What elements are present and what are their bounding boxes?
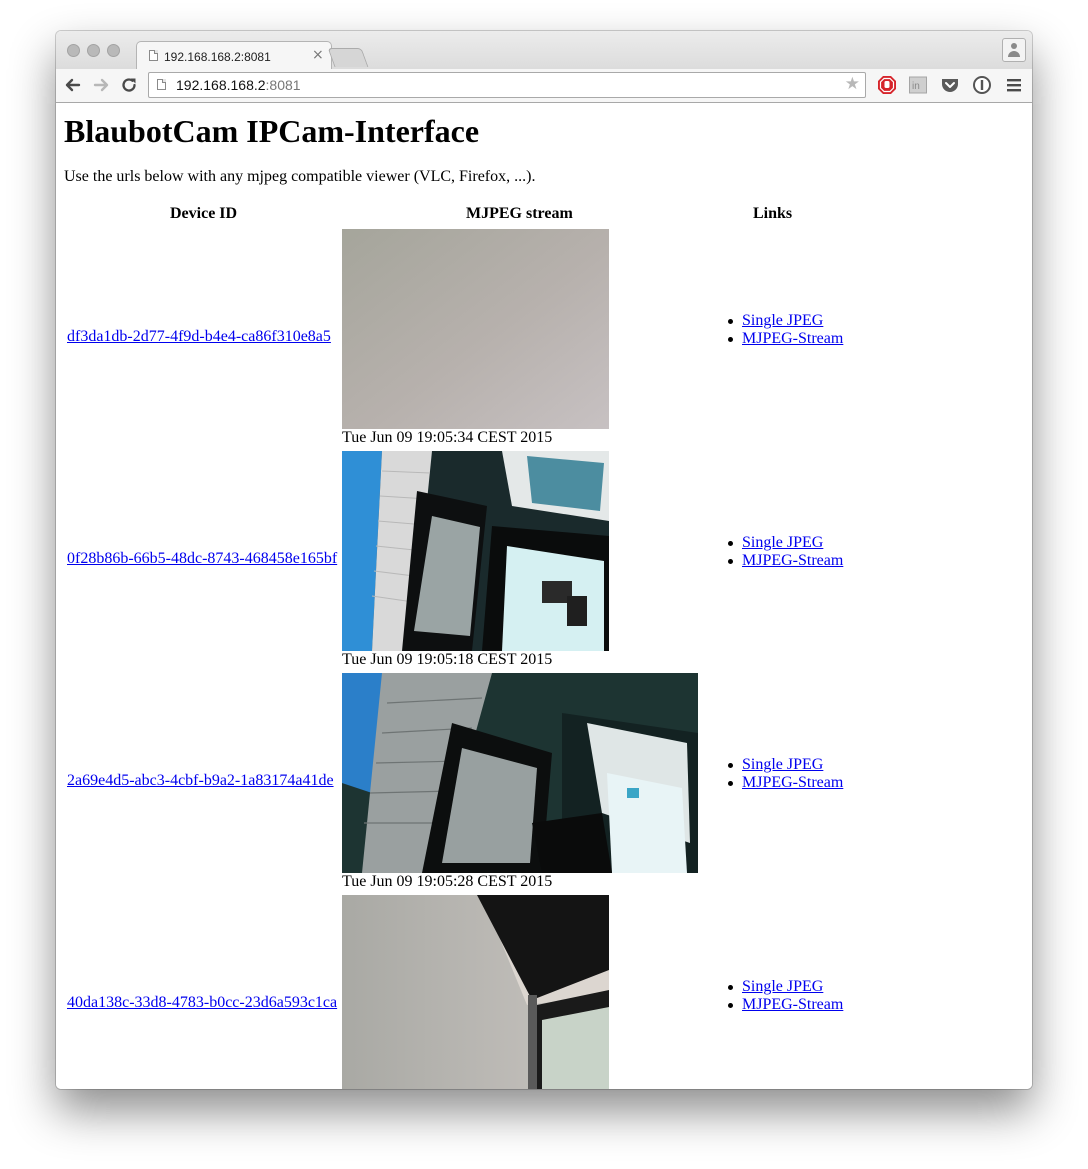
profile-button[interactable] <box>1002 38 1026 62</box>
toolbar: 192.168.168.2:8081 ★ in <box>56 69 1032 103</box>
frame-timestamp: Tue Jun 09 19:05:18 CEST 2015 <box>342 651 553 668</box>
device-id-link[interactable]: df3da1db-2d77-4f9d-b4e4-ca86f310e8a5 <box>67 328 331 346</box>
device-id-link[interactable]: 40da138c-33d8-4783-b0cc-23d6a593c1ca <box>67 994 337 1012</box>
tab-strip: 192.168.168.2:8081 × <box>56 31 1032 70</box>
link-list: Single JPEG MJPEG-Stream <box>728 978 843 1014</box>
zoom-window-button[interactable] <box>107 44 120 57</box>
stream-frame <box>342 229 609 429</box>
single-jpeg-link[interactable]: Single JPEG <box>742 534 823 551</box>
mjpeg-stream-link[interactable]: MJPEG-Stream <box>742 774 843 791</box>
minimize-window-button[interactable] <box>87 44 100 57</box>
link-list: Single JPEG MJPEG-Stream <box>728 756 843 792</box>
url-host: 192.168.168.2 <box>176 77 266 93</box>
mjpeg-stream-link[interactable]: MJPEG-Stream <box>742 552 843 569</box>
link-list: Single JPEG MJPEG-Stream <box>728 534 843 570</box>
close-window-button[interactable] <box>67 44 80 57</box>
star-icon[interactable]: ★ <box>845 74 860 94</box>
menu-icon[interactable] <box>1004 75 1024 95</box>
header-device-id: Device ID <box>170 205 238 222</box>
url-port: :8081 <box>265 77 301 93</box>
linkedin-icon[interactable]: in <box>908 75 928 95</box>
list-item: MJPEG-Stream <box>728 330 843 348</box>
profile-icon <box>1011 43 1017 49</box>
list-item: Single JPEG <box>728 312 843 330</box>
link-list: Single JPEG MJPEG-Stream <box>728 312 843 348</box>
page-title: BlaubotCam IPCam-Interface <box>64 113 480 149</box>
device-id-link[interactable]: 2a69e4d5-abc3-4cbf-b9a2-1a83174a41de <box>67 772 334 790</box>
single-jpeg-link[interactable]: Single JPEG <box>742 312 823 329</box>
page-icon <box>149 50 158 61</box>
stream-frame <box>342 673 698 873</box>
list-item: MJPEG-Stream <box>728 774 843 792</box>
device-id-link[interactable]: 0f28b86b-66b5-48dc-8743-468458e165bf <box>67 550 337 568</box>
single-jpeg-link[interactable]: Single JPEG <box>742 756 823 773</box>
single-jpeg-link[interactable]: Single JPEG <box>742 978 823 995</box>
mjpeg-stream-link[interactable]: MJPEG-Stream <box>742 330 843 347</box>
back-icon <box>65 78 81 92</box>
address-bar[interactable]: 192.168.168.2:8081 ★ <box>148 72 866 98</box>
stream-frame <box>342 451 609 651</box>
stream-frame <box>342 895 609 1089</box>
browser-window: 192.168.168.2:8081 × 192.168.168.2:8081 … <box>56 31 1032 1089</box>
svg-text:in: in <box>912 81 920 92</box>
reload-button[interactable] <box>118 74 140 96</box>
pocket-icon[interactable] <box>940 75 960 95</box>
list-item: Single JPEG <box>728 534 843 552</box>
intro-text: Use the urls below with any mjpeg compat… <box>64 168 536 185</box>
onepassword-icon[interactable] <box>972 75 992 95</box>
adblock-icon[interactable] <box>877 75 897 95</box>
forward-icon <box>93 78 109 92</box>
back-button[interactable] <box>62 74 84 96</box>
list-item: Single JPEG <box>728 756 843 774</box>
new-tab-button[interactable] <box>327 48 369 67</box>
mjpeg-stream-link[interactable]: MJPEG-Stream <box>742 996 843 1013</box>
page-icon <box>157 79 166 90</box>
header-links: Links <box>753 205 793 222</box>
tab-title: 192.168.168.2:8081 <box>164 50 271 64</box>
tab-close-button[interactable]: × <box>312 47 324 63</box>
tab-active[interactable]: 192.168.168.2:8081 × <box>136 41 332 70</box>
list-item: MJPEG-Stream <box>728 996 843 1014</box>
frame-timestamp: Tue Jun 09 19:05:34 CEST 2015 <box>342 429 553 446</box>
forward-button[interactable] <box>90 74 112 96</box>
reload-icon <box>122 78 136 92</box>
list-item: Single JPEG <box>728 978 843 996</box>
frame-timestamp: Tue Jun 09 19:05:28 CEST 2015 <box>342 873 553 890</box>
page-content: BlaubotCam IPCam-Interface Use the urls … <box>56 103 1032 1089</box>
list-item: MJPEG-Stream <box>728 552 843 570</box>
header-mjpeg-stream: MJPEG stream <box>466 205 573 222</box>
